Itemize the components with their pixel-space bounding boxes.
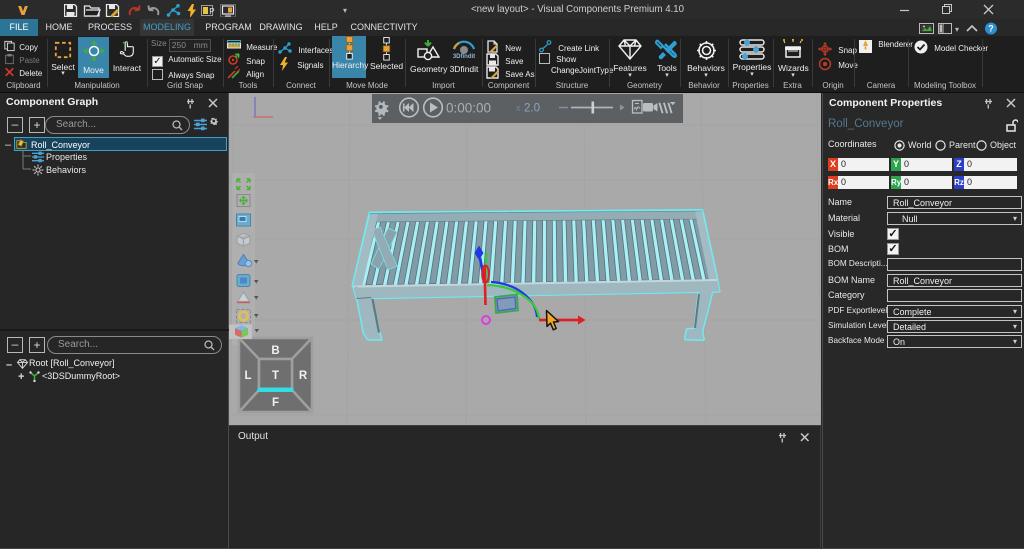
svg-text:B: B [271,345,279,357]
svg-text:P: P [209,7,214,16]
svg-text:▾: ▾ [955,25,959,34]
svg-text:R: R [299,370,308,382]
svg-text:?: ? [988,24,994,34]
svg-text:L: L [244,370,251,382]
svg-text:T: T [272,370,279,382]
svg-text:0:00:00: 0:00:00 [446,101,491,116]
svg-text:2.0: 2.0 [524,103,540,115]
svg-text:x: x [516,103,521,113]
svg-text:F: F [272,397,279,409]
svg-text:3Dfindit: 3Dfindit [453,54,475,60]
